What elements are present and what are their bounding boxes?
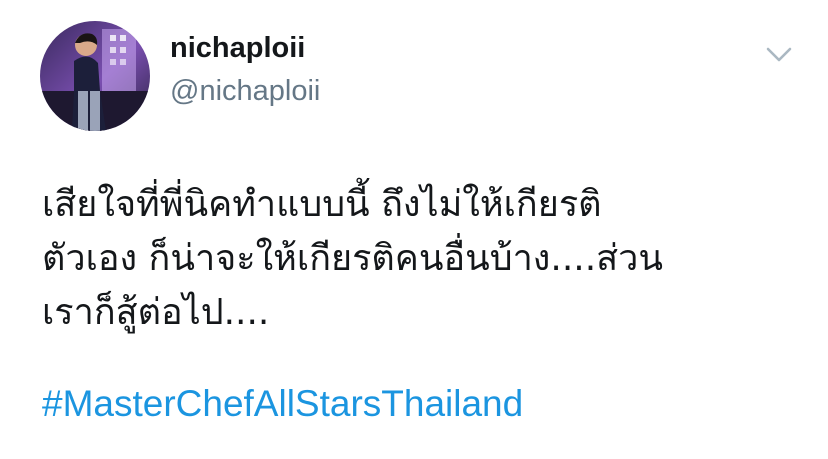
user-info: nichaploii @nichaploii — [170, 30, 320, 109]
user-handle[interactable]: @nichaploii — [170, 73, 320, 109]
avatar[interactable] — [40, 21, 150, 131]
tweet-text-line: เราก็สู้ต่อไป.... — [42, 292, 270, 333]
chevron-down-icon — [766, 47, 792, 62]
tweet-card: nichaploii @nichaploii เสียใจที่พี่นิคทำ… — [0, 0, 828, 459]
tweet-text: เสียใจที่พี่นิคทำแบบนี้ ถึงไม่ให้เกียรติ… — [42, 178, 802, 340]
tweet-text-line: เสียใจที่พี่นิคทำแบบนี้ ถึงไม่ให้เกียรติ — [42, 184, 602, 225]
display-name[interactable]: nichaploii — [170, 30, 320, 66]
profile-photo-icon — [40, 21, 150, 131]
tweet-menu-button[interactable] — [762, 42, 796, 66]
hashtag-link[interactable]: #MasterChefAllStarsThailand — [42, 380, 523, 428]
tweet-text-line: ตัวเอง ก็น่าจะให้เกียรติคนอื่นบ้าง....ส่… — [42, 238, 663, 279]
